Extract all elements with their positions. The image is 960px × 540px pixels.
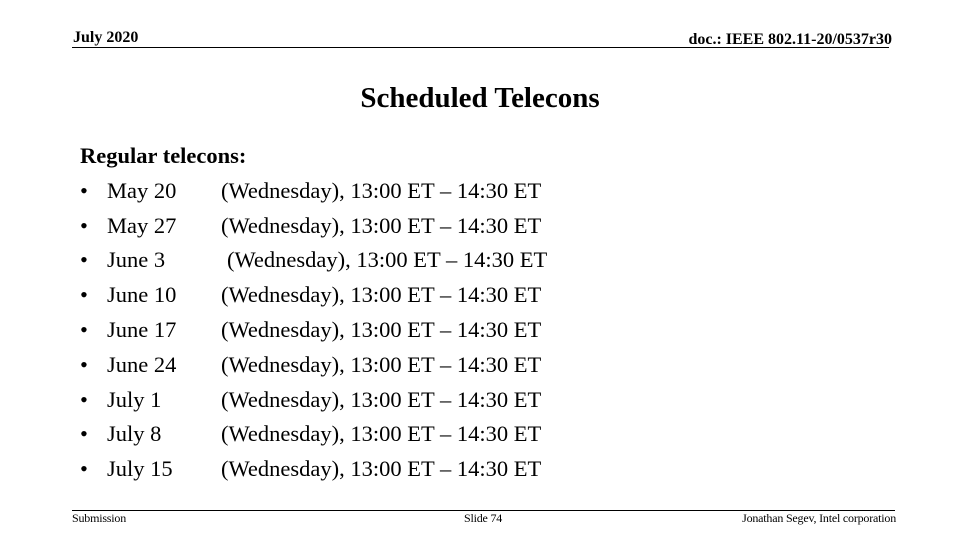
bullet-icon: • [80,386,88,412]
list-item: • May 20 (Wednesday), 13:00 ET – 14:30 E… [80,174,541,209]
telecon-date: July 1 [107,386,162,412]
list-item: • July 15 (Wednesday), 13:00 ET – 14:30 … [80,452,541,487]
telecon-detail: (Wednesday), 13:00 ET – 14:30 ET [221,456,542,482]
telecon-detail: (Wednesday), 13:00 ET – 14:30 ET [221,351,542,377]
telecon-detail: (Wednesday), 13:00 ET – 14:30 ET [221,212,542,238]
telecon-detail: (Wednesday), 13:00 ET – 14:30 ET [221,386,542,412]
list-item: • June 17 (Wednesday), 13:00 ET – 14:30 … [80,313,541,348]
telecon-detail: (Wednesday), 13:00 ET – 14:30 ET [221,177,542,203]
telecon-schedule: Regular telecons: • May 20 (Wednesday), … [80,139,547,487]
list-item: • May 27 (Wednesday), 13:00 ET – 14:30 E… [80,209,541,244]
header-date: July 2020 [73,29,139,46]
telecon-date: May 27 [107,212,177,238]
bullet-icon: • [80,456,88,482]
slide: July 2020 doc.: IEEE 802.11-20/0537r30 S… [0,0,960,540]
bullet-icon: • [80,177,88,203]
bullet-icon: • [80,212,88,238]
list-item: • June 24 (Wednesday), 13:00 ET – 14:30 … [80,348,541,383]
header-divider [72,47,889,48]
schedule-subheading: Regular telecons: [80,143,247,168]
telecon-date: May 20 [107,177,177,203]
telecon-detail: (Wednesday), 13:00 ET – 14:30 ET [221,282,542,308]
list-item: • June 10 (Wednesday), 13:00 ET – 14:30 … [80,278,541,313]
list-item: • June 3 (Wednesday), 13:00 ET – 14:30 E… [80,243,547,278]
slide-title: Scheduled Telecons [360,82,600,114]
telecon-date: June 10 [107,282,177,308]
telecon-date: July 15 [107,456,173,482]
footer-slide-number: Slide 74 [464,511,503,525]
telecon-detail: (Wednesday), 13:00 ET – 14:30 ET [221,421,542,447]
footer-submission: Submission [72,511,127,525]
telecon-detail: (Wednesday), 13:00 ET – 14:30 ET [221,316,542,342]
bullet-icon: • [80,316,88,342]
telecon-date: June 17 [107,316,177,342]
telecon-date: July 8 [107,421,162,447]
bullet-icon: • [80,282,88,308]
bullet-icon: • [80,351,88,377]
telecon-date: June 3 [107,247,166,273]
telecon-date: June 24 [107,351,177,377]
list-item: • July 8 (Wednesday), 13:00 ET – 14:30 E… [80,417,541,452]
bullet-icon: • [80,247,88,273]
footer-author: Jonathan Segev, Intel corporation [742,511,896,525]
bullet-icon: • [80,421,88,447]
telecon-detail: (Wednesday), 13:00 ET – 14:30 ET [227,247,548,273]
list-item: • July 1 (Wednesday), 13:00 ET – 14:30 E… [80,383,541,418]
